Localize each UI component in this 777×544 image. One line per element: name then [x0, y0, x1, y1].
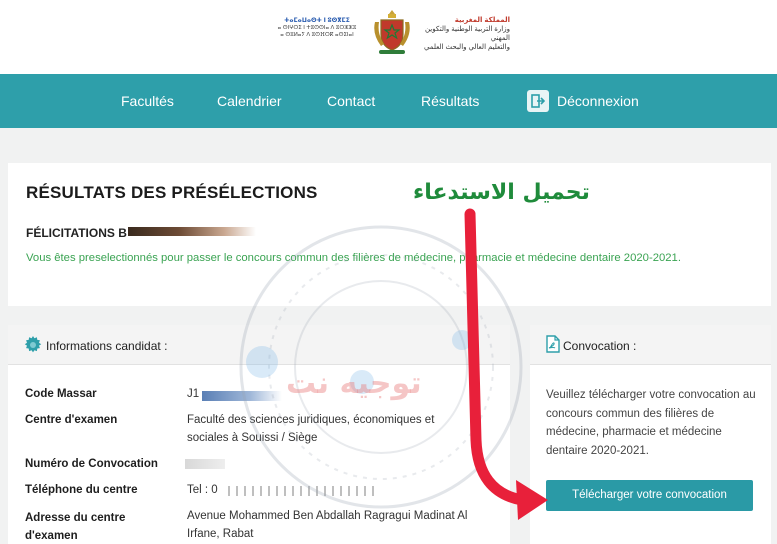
- candidate-info-title: Informations candidat :: [46, 339, 168, 353]
- felicitations-label: FÉLICITATIONS B: [26, 226, 127, 240]
- convocation-instructions: Veuillez télécharger votre convocation a…: [546, 389, 756, 457]
- site-header: ⵜⴰⵎⴰⵡⴰⵙⵜ ⵏ ⵓⵙⴳⵎⵉ ⴰ ⵙⵏⵖⵔⵉ ⵏ ⵜⵓⵙⵙⵏⴰ ⴷ ⵓⵔⵣⵣ…: [0, 0, 777, 74]
- preselection-notice: Vous êtes preselectionnés pour passer le…: [26, 252, 681, 264]
- nav-item-resultats[interactable]: Résultats: [421, 74, 479, 128]
- arabic-ministry-label: المملكة المغربية وزارة التربية الوطنية و…: [423, 17, 510, 51]
- page-title: RÉSULTATS DES PRÉSÉLECTIONS: [26, 183, 318, 202]
- nav-item-facultes[interactable]: Facultés: [121, 74, 174, 128]
- tifinagh-ministry-label: ⵜⴰⵎⴰⵡⴰⵙⵜ ⵏ ⵓⵙⴳⵎⵉ ⴰ ⵙⵏⵖⵔⵉ ⵏ ⵜⵓⵙⵙⵏⴰ ⴷ ⵓⵔⵣⵣ…: [277, 18, 357, 38]
- centre-examen-value: Faculté des sciences juridiques, économi…: [187, 414, 435, 444]
- convocation-header: Convocation :: [530, 325, 771, 365]
- redacted-phone: [228, 486, 378, 496]
- candidate-info-header: Informations candidat :: [8, 325, 510, 365]
- main-nav: Facultés Calendrier Contact Résultats Dé…: [0, 74, 777, 128]
- redacted-code-massar: [202, 391, 282, 401]
- download-convocation-button[interactable]: Télécharger votre convocation: [546, 480, 753, 511]
- moroccan-coat-of-arms-icon: [374, 10, 410, 54]
- nav-item-calendrier[interactable]: Calendrier: [217, 74, 282, 128]
- gear-icon: [24, 336, 42, 353]
- numero-convocation-label: Numéro de Convocation: [25, 458, 158, 470]
- nav-item-deconnexion[interactable]: Déconnexion: [557, 74, 639, 128]
- telephone-centre-value: Tel : 0: [187, 484, 218, 496]
- redacted-convocation-number: [185, 459, 225, 469]
- convocation-card: Convocation : Veuillez télécharger votre…: [530, 325, 771, 544]
- telephone-centre-label: Téléphone du centre: [25, 484, 138, 496]
- download-annotation: تحميل الاستدعاء: [413, 180, 590, 205]
- logout-icon[interactable]: [527, 90, 549, 112]
- centre-examen-label: Centre d'examen: [25, 414, 118, 426]
- convocation-title: Convocation :: [563, 339, 637, 353]
- adresse-centre-value: Avenue Mohammed Ben Abdallah Ragragui Ma…: [187, 510, 468, 540]
- code-massar-value: J1: [187, 388, 200, 400]
- candidate-info-card: Informations candidat : Code Massar J1 C…: [8, 325, 510, 544]
- adresse-centre-label: Adresse du centre d'examen: [25, 512, 126, 542]
- code-massar-label: Code Massar: [25, 388, 97, 400]
- redacted-name: [128, 227, 256, 236]
- nav-item-contact[interactable]: Contact: [327, 74, 375, 128]
- pdf-file-icon: [546, 335, 560, 353]
- results-card: RÉSULTATS DES PRÉSÉLECTIONS FÉLICITATION…: [8, 163, 771, 306]
